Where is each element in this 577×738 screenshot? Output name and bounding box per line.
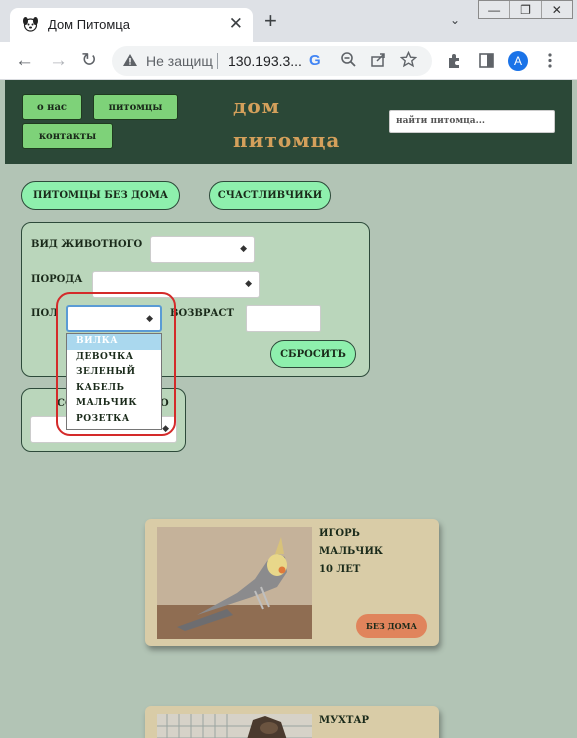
pet-search-input[interactable]: найти питомца... <box>389 110 555 133</box>
address-bar[interactable]: Не защищ 130.193.3... G <box>112 46 432 76</box>
lucky-pets-button[interactable]: СЧАСТЛИВЧИКИ <box>209 181 331 210</box>
reload-icon[interactable]: ↻ <box>81 51 97 71</box>
reset-filters-button[interactable]: СБРОСИТЬ <box>270 340 356 368</box>
pet-details: МУХТАР <box>319 712 369 730</box>
dog-favicon-icon <box>23 17 38 32</box>
url-text[interactable]: 130.193.3... <box>228 53 302 69</box>
bookmark-star-icon[interactable] <box>400 51 417 68</box>
close-window-icon[interactable]: ✕ <box>542 1 572 18</box>
logo-line-2: питомца <box>233 128 341 152</box>
pet-name: МУХТАР <box>319 715 370 726</box>
profile-avatar[interactable]: A <box>508 51 528 71</box>
age-input[interactable] <box>246 305 321 332</box>
browser-toolbar: ← → ↻ Не защищ 130.193.3... G A <box>0 42 577 80</box>
breed-label: ПОРОДА <box>31 274 83 285</box>
pet-name: ИГОРЬ <box>319 528 360 539</box>
browser-tab-strip: Дом Питомца ✕ + ⌄ — ❐ ✕ <box>0 0 577 42</box>
species-select[interactable]: ◆ <box>150 236 255 263</box>
extensions-puzzle-icon[interactable] <box>446 52 463 69</box>
minimize-icon[interactable]: — <box>479 1 511 18</box>
site-logo[interactable]: дом питомца <box>233 90 340 156</box>
zoom-out-icon[interactable] <box>340 51 357 68</box>
pet-age: 10 ЛЕТ <box>319 564 361 575</box>
dog-image <box>157 714 312 738</box>
back-icon[interactable]: ← <box>15 51 34 71</box>
close-tab-icon[interactable]: ✕ <box>229 14 243 34</box>
warning-triangle-icon[interactable] <box>122 52 138 68</box>
cockatiel-image <box>157 527 312 639</box>
browser-tab[interactable]: Дом Питомца ✕ <box>10 8 253 42</box>
pet-card[interactable]: ИГОРЬ МАЛЬЧИК 10 ЛЕТ БЕЗ ДОМА <box>145 519 439 646</box>
restore-icon[interactable]: ❐ <box>510 1 542 18</box>
pet-status-button[interactable]: БЕЗ ДОМА <box>356 614 427 638</box>
pet-photo[interactable] <box>157 714 312 738</box>
google-icon[interactable]: G <box>309 52 321 69</box>
kebab-menu-icon[interactable] <box>544 52 556 69</box>
annotation-highlight-ring <box>56 292 176 436</box>
nav-contacts-button[interactable]: контакты <box>22 123 113 149</box>
chevron-updown-icon: ◆ <box>245 278 252 288</box>
forward-icon[interactable]: → <box>49 51 68 71</box>
nav-about-button[interactable]: о нас <box>22 94 82 120</box>
side-panel-icon[interactable] <box>478 52 495 69</box>
pet-card[interactable]: МУХТАР <box>145 706 439 738</box>
pet-photo[interactable] <box>157 527 312 639</box>
species-label: ВИД ЖИВОТНОГО <box>31 239 143 250</box>
security-status[interactable]: Не защищ <box>146 53 213 69</box>
gender-label: ПОЛ <box>31 308 58 319</box>
nav-pets-button[interactable]: питомцы <box>93 94 178 120</box>
new-tab-icon[interactable]: + <box>264 10 277 32</box>
window-controls: — ❐ ✕ <box>478 0 573 19</box>
logo-line-1: дом <box>233 94 281 118</box>
pet-gender: МАЛЬЧИК <box>319 546 383 557</box>
chevron-updown-icon: ◆ <box>240 243 247 253</box>
omnibox-divider <box>217 53 218 69</box>
share-icon[interactable] <box>370 51 387 68</box>
tab-title: Дом Питомца <box>48 17 130 32</box>
homeless-pets-button[interactable]: ПИТОМЦЫ БЕЗ ДОМА <box>21 181 180 210</box>
pet-details: ИГОРЬ МАЛЬЧИК 10 ЛЕТ <box>319 525 383 579</box>
age-label: ВОЗВРАСТ <box>170 308 234 319</box>
site-header: о нас питомцы контакты дом питомца найти… <box>5 80 572 164</box>
tab-search-icon[interactable]: ⌄ <box>450 13 460 27</box>
